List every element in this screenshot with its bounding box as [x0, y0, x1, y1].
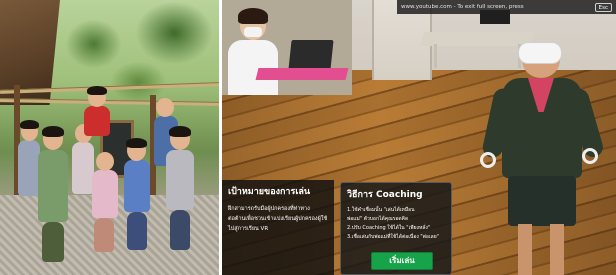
face-mask: [244, 27, 262, 37]
coaching-panel-body: 1.ใช้คำเชื่อมนั้น "เล่นได้เหมือน พ่อแม่"…: [347, 206, 445, 242]
fullscreen-hint-text: www.youtube.com - To exit full screen, p…: [401, 4, 524, 10]
child-legs: [127, 212, 147, 250]
child-figure: [18, 140, 40, 196]
table-leg: [434, 44, 437, 68]
background-trees: [40, 0, 219, 110]
laptop-icon: [288, 40, 334, 70]
vr-controller-icon: [582, 148, 598, 164]
coaching-line: 3.เชื่อเล่นกับพ่อแม่ที่ใช้ได้ต่อเนื่อง "…: [347, 234, 439, 240]
person-with-vr-headset: [480, 30, 606, 275]
vr-headset-icon: [518, 42, 562, 64]
vr-controller-icon: [480, 152, 496, 168]
goal-line: ไปสู่การเรียน VR: [228, 226, 269, 232]
goal-panel-title: เป้าหมายของการเล่น: [228, 187, 311, 197]
left-leg: [518, 224, 532, 275]
child-legs: [170, 210, 190, 250]
child-head: [156, 98, 174, 117]
goal-panel: เป้าหมายของการเล่น ฝึกสามารถรับมือผู้ปกค…: [222, 180, 334, 275]
child-hair: [169, 126, 191, 137]
child-hair: [87, 86, 107, 95]
fullscreen-hint-bar: www.youtube.com - To exit full screen, p…: [397, 0, 616, 14]
child-legs: [94, 218, 114, 252]
child-hair: [126, 138, 147, 148]
child-legs: [42, 222, 64, 262]
child-hair: [42, 126, 64, 137]
child-blue-shirt: [124, 160, 150, 212]
pink-desk: [255, 68, 349, 80]
goal-panel-body: ฝึกสามารถรับมือผู้ปกครองที่ท่าทาง ต่อต้า…: [228, 204, 328, 234]
teacher-video-inset: [222, 0, 352, 95]
child-gray-shirt: [166, 150, 194, 210]
child-figure: [38, 150, 68, 222]
coaching-line: 2.ปรับ Coaching ใช้ได้ใน "เพียงหลั่ง": [347, 225, 431, 231]
child-hair: [20, 120, 39, 129]
goal-line: ฝึกสามารถรับมือผู้ปกครองที่ท่าทาง: [228, 206, 310, 212]
coaching-line: พ่อแม่" ตัวบอกได้คุณรอดคิด: [347, 216, 409, 222]
left-photo-kids-group: [0, 0, 219, 275]
esc-key-badge[interactable]: Esc: [594, 2, 612, 12]
teacher-hair: [238, 8, 268, 24]
right-leg: [550, 224, 564, 275]
shorts: [508, 176, 576, 226]
child-head: [96, 152, 114, 171]
child-figure: [72, 142, 94, 194]
coaching-panel: วิธีการ Coaching 1.ใช้คำเชื่อมนั้น "เล่น…: [340, 182, 452, 275]
child-red-shirt: [84, 106, 110, 136]
child-pink-dress: [92, 170, 118, 218]
right-photo-vr-training: www.youtube.com - To exit full screen, p…: [222, 0, 616, 275]
coaching-line: 1.ใช้คำเชื่อมนั้น "เล่นได้เหมือน: [347, 207, 415, 213]
coaching-panel-title: วิธีการ Coaching: [347, 190, 423, 200]
goal-line: ต่อต้านเพื่อชวนเข้าแบ่งเรียนผู้ปกครองผู้…: [228, 216, 328, 222]
start-game-button[interactable]: เริ่มเล่น: [371, 252, 433, 270]
